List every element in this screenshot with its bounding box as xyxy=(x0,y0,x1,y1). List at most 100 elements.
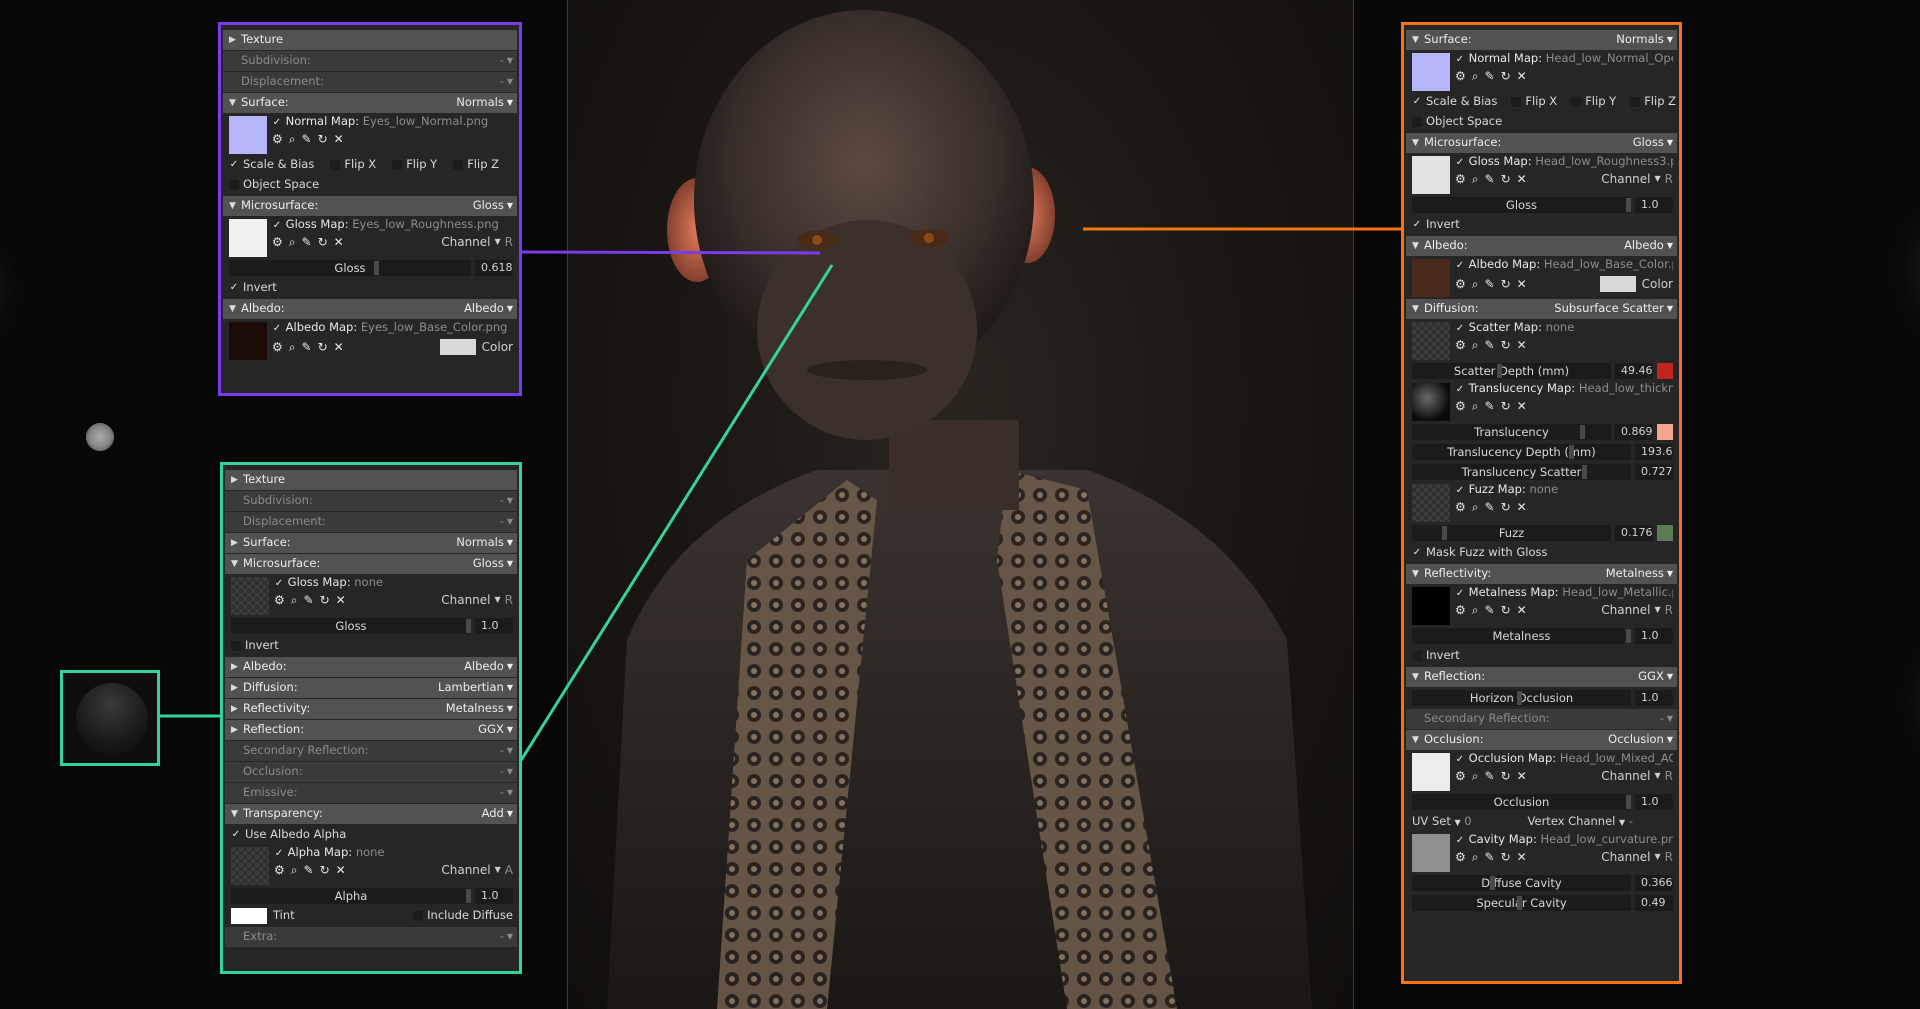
metalness-map-thumbnail[interactable] xyxy=(1412,587,1450,625)
fuzz-value-field[interactable]: 0.176 xyxy=(1615,525,1653,541)
search-icon[interactable]: ⌕ xyxy=(1472,173,1479,185)
eyedropper-icon[interactable]: ✎ xyxy=(1485,851,1495,863)
uv-set-select[interactable]: UV Set ▼ 0 xyxy=(1412,816,1472,828)
flip-y-checkbox[interactable]: Flip Y xyxy=(1571,96,1616,108)
vertex-channel-select[interactable]: Vertex Channel ▼ - xyxy=(1528,816,1633,828)
channel-select[interactable]: Channel ▼ R xyxy=(1601,851,1673,863)
eyedropper-icon[interactable]: ✎ xyxy=(302,341,312,353)
reload-icon[interactable]: ↻ xyxy=(1501,339,1511,351)
section-microsurface[interactable]: ▼ Microsurface: Gloss ▼ xyxy=(225,554,517,574)
alpha-value-field[interactable]: 1.0 xyxy=(475,888,513,904)
map-filename[interactable]: none xyxy=(1529,484,1558,496)
channel-select[interactable]: Channel ▼ R xyxy=(1601,604,1673,616)
eyedropper-icon[interactable]: ✎ xyxy=(1485,501,1495,513)
gear-icon[interactable]: ⚙ xyxy=(1455,604,1466,616)
material-preview-node[interactable] xyxy=(60,670,160,766)
checkbox[interactable]: ✓ xyxy=(1455,755,1465,765)
search-icon[interactable]: ⌕ xyxy=(1472,604,1479,616)
close-icon[interactable]: ✕ xyxy=(1517,173,1527,185)
normal-map-thumbnail[interactable] xyxy=(1412,53,1450,91)
checkbox[interactable]: ✓ xyxy=(272,324,282,334)
eyedropper-icon[interactable]: ✎ xyxy=(304,594,314,606)
map-filename[interactable]: Head_low_Base_Color.png xyxy=(1544,259,1673,271)
scatter-depth-value-field[interactable]: 49.46 xyxy=(1615,363,1653,379)
slider-knob[interactable] xyxy=(1626,629,1631,643)
fuzz-slider[interactable]: Fuzz xyxy=(1412,525,1611,541)
gear-icon[interactable]: ⚙ xyxy=(1455,70,1466,82)
channel-select[interactable]: Channel ▼ R xyxy=(441,236,513,248)
albedo-map-thumbnail[interactable] xyxy=(229,322,267,360)
invert-checkbox[interactable]: Invert xyxy=(231,640,279,652)
slider-knob[interactable] xyxy=(1626,198,1631,212)
checkbox[interactable]: ✓ xyxy=(1455,158,1465,168)
scatter-depth-slider[interactable]: Scatter Depth (mm) xyxy=(1412,363,1611,379)
checkbox[interactable]: ✓ xyxy=(274,849,284,859)
checkbox[interactable]: ✓ xyxy=(272,118,282,128)
scale-bias-checkbox[interactable]: ✓ Scale & Bias xyxy=(229,159,315,171)
reload-icon[interactable]: ↻ xyxy=(1501,400,1511,412)
close-icon[interactable]: ✕ xyxy=(1517,851,1527,863)
close-icon[interactable]: ✕ xyxy=(334,341,344,353)
object-space-checkbox[interactable]: Object Space xyxy=(1412,116,1502,128)
reload-icon[interactable]: ↻ xyxy=(318,341,328,353)
reload-icon[interactable]: ↻ xyxy=(1501,770,1511,782)
gear-icon[interactable]: ⚙ xyxy=(1455,851,1466,863)
section-emissive[interactable]: Emissive: - ▼ xyxy=(225,783,517,803)
section-occlusion[interactable]: Occlusion: - ▼ xyxy=(225,762,517,782)
gear-icon[interactable]: ⚙ xyxy=(1455,278,1466,290)
translucency-scatter-value-field[interactable]: 0.727 xyxy=(1635,464,1673,480)
close-icon[interactable]: ✕ xyxy=(1517,70,1527,82)
invert-checkbox[interactable]: ✓ Invert xyxy=(229,282,277,294)
channel-select[interactable]: Channel ▼ A xyxy=(441,864,513,876)
specular-cavity-value-field[interactable]: 0.49 xyxy=(1635,895,1673,911)
reload-icon[interactable]: ↻ xyxy=(320,594,330,606)
use-albedo-alpha-checkbox[interactable]: ✓ Use Albedo Alpha xyxy=(231,829,346,841)
eyedropper-icon[interactable]: ✎ xyxy=(302,236,312,248)
reload-icon[interactable]: ↻ xyxy=(1501,851,1511,863)
alpha-map-thumbnail[interactable] xyxy=(231,847,269,885)
fuzz-color-swatch[interactable] xyxy=(1657,525,1673,541)
map-filename[interactable]: Eyes_low_Base_Color.png xyxy=(361,322,508,334)
scale-bias-checkbox[interactable]: ✓ Scale & Bias xyxy=(1412,96,1498,108)
occlusion-value-field[interactable]: 1.0 xyxy=(1635,794,1673,810)
checkbox[interactable]: ✓ xyxy=(1455,324,1465,334)
gloss-value-field[interactable]: 1.0 xyxy=(1635,197,1673,213)
close-icon[interactable]: ✕ xyxy=(1517,339,1527,351)
map-filename[interactable]: Head_low_curvature.png xyxy=(1541,834,1673,846)
gear-icon[interactable]: ⚙ xyxy=(274,864,285,876)
search-icon[interactable]: ⌕ xyxy=(289,341,296,353)
eyedropper-icon[interactable]: ✎ xyxy=(304,864,314,876)
gloss-slider[interactable]: Gloss xyxy=(231,618,471,634)
translucency-scatter-slider[interactable]: Translucency Scatter xyxy=(1412,464,1631,480)
eyedropper-icon[interactable]: ✎ xyxy=(1485,70,1495,82)
search-icon[interactable]: ⌕ xyxy=(1472,278,1479,290)
checkbox[interactable]: ✓ xyxy=(1455,261,1465,271)
slider-knob[interactable] xyxy=(1496,364,1502,378)
cavity-map-thumbnail[interactable] xyxy=(1412,834,1450,872)
slider-knob[interactable] xyxy=(466,619,471,633)
gear-icon[interactable]: ⚙ xyxy=(1455,400,1466,412)
checkbox[interactable]: ✓ xyxy=(1455,589,1465,599)
eyedropper-icon[interactable]: ✎ xyxy=(302,133,312,145)
search-icon[interactable]: ⌕ xyxy=(289,133,296,145)
section-microsurface[interactable]: ▼ Microsurface: Gloss ▼ xyxy=(223,196,517,216)
horizon-occlusion-slider[interactable]: Horizon Occlusion xyxy=(1412,690,1631,706)
alpha-slider[interactable]: Alpha xyxy=(231,888,471,904)
reload-icon[interactable]: ↻ xyxy=(1501,70,1511,82)
flip-x-checkbox[interactable]: Flip X xyxy=(1511,96,1557,108)
map-filename[interactable]: Head_low_Metallic.png xyxy=(1562,587,1673,599)
eyedropper-icon[interactable]: ✎ xyxy=(1485,278,1495,290)
albedo-color-swatch[interactable] xyxy=(1599,276,1636,292)
map-filename[interactable]: none xyxy=(354,577,383,589)
search-icon[interactable]: ⌕ xyxy=(1472,501,1479,513)
section-surface[interactable]: ▼ Surface: Normals ▼ xyxy=(1406,30,1677,50)
map-filename[interactable]: Head_low_Roughness3.png xyxy=(1535,156,1673,168)
search-icon[interactable]: ⌕ xyxy=(289,236,296,248)
section-albedo[interactable]: ▼ Albedo: Albedo ▼ xyxy=(1406,236,1677,256)
search-icon[interactable]: ⌕ xyxy=(1472,339,1479,351)
gear-icon[interactable]: ⚙ xyxy=(272,341,283,353)
metalness-value-field[interactable]: 1.0 xyxy=(1635,628,1673,644)
section-occlusion[interactable]: ▼ Occlusion: Occlusion ▼ xyxy=(1406,730,1677,750)
gear-icon[interactable]: ⚙ xyxy=(1455,339,1466,351)
albedo-map-thumbnail[interactable] xyxy=(1412,259,1450,297)
